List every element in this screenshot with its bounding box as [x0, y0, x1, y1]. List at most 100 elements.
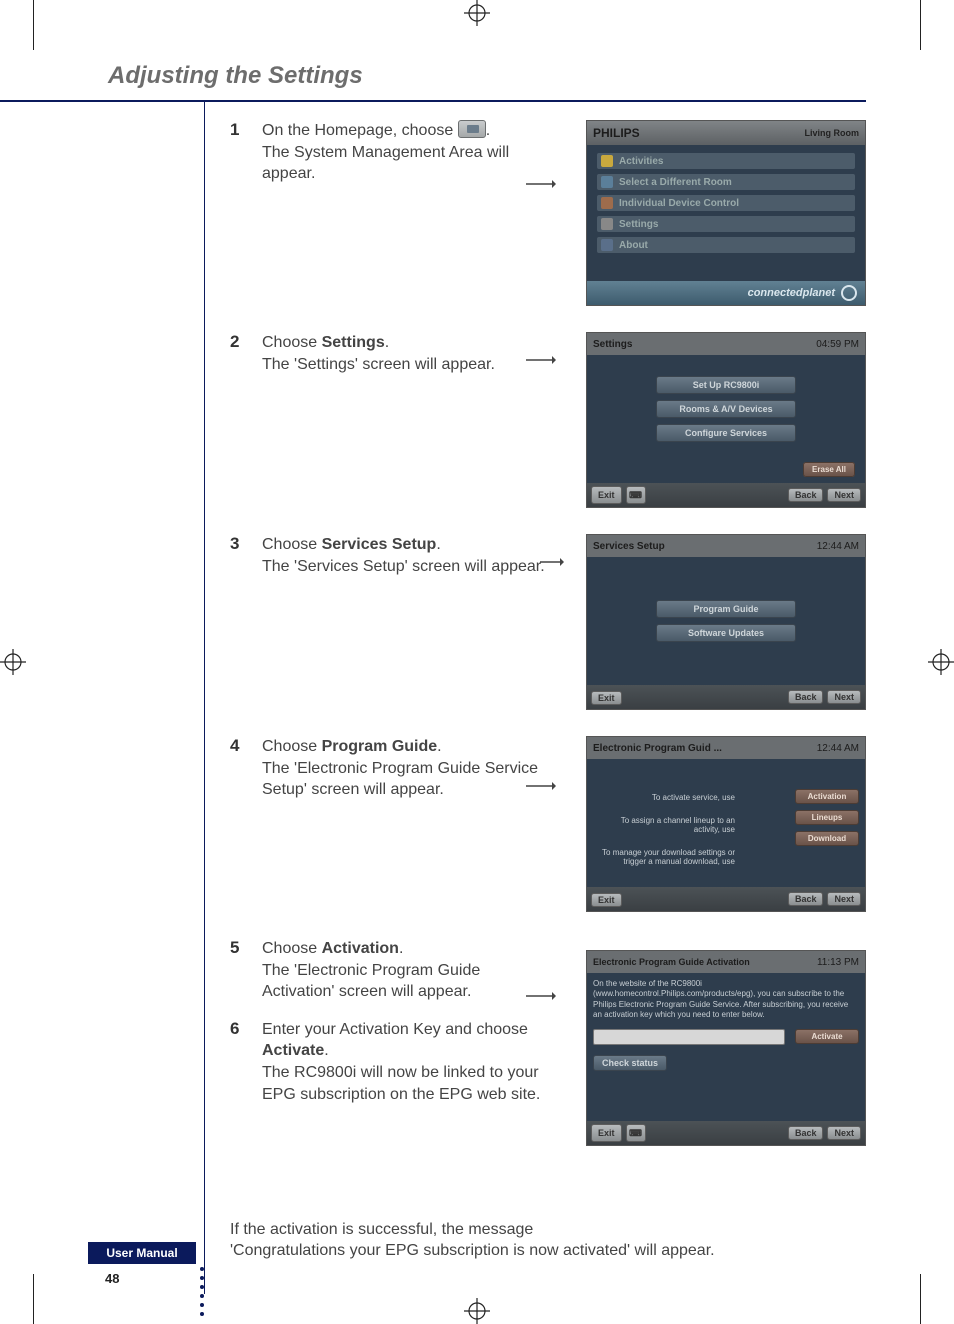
back-button[interactable]: Back — [788, 892, 824, 906]
pill-configure-services[interactable]: Configure Services — [656, 424, 796, 442]
exit-button[interactable]: Exit — [591, 893, 622, 907]
room-icon — [601, 176, 613, 188]
label-activate: To activate service, use — [595, 793, 735, 802]
screenshot-homepage: PHILIPS Living Room Activities Select a … — [586, 120, 866, 306]
registration-mark — [464, 0, 490, 26]
exit-button[interactable]: Exit — [591, 486, 622, 504]
registration-mark — [464, 1298, 490, 1324]
step-text-part: Choose Services Setup. — [262, 536, 441, 553]
philips-logo: PHILIPS — [593, 126, 640, 140]
step-text-part: Enter your Activation Key and choose Act… — [262, 1021, 528, 1060]
activation-button[interactable]: Activation — [795, 789, 859, 804]
info-icon — [601, 239, 613, 251]
activate-button[interactable]: Activate — [795, 1029, 859, 1044]
label-download: To manage your download settings or trig… — [595, 848, 735, 866]
step-text-part: The System Management Area will appear. — [262, 144, 509, 183]
step-3: 3 Choose Services Setup. The 'Services S… — [230, 534, 866, 710]
section-title: Adjusting the Settings — [108, 62, 363, 90]
menu-settings[interactable]: Settings — [597, 216, 855, 232]
step-text-part: Choose Activation. — [262, 940, 403, 957]
step-text: Choose Settings. The 'Settings' screen w… — [262, 332, 556, 508]
back-button[interactable]: Back — [788, 488, 824, 502]
menu-select-room[interactable]: Select a Different Room — [597, 174, 855, 190]
menu-label: About — [619, 240, 648, 251]
step-4: 4 Choose Program Guide. The 'Electronic … — [230, 736, 866, 912]
screen-title: Electronic Program Guid ... — [593, 743, 722, 754]
page-number: 48 — [105, 1271, 119, 1286]
screen-time: 12:44 AM — [817, 743, 859, 754]
crop-mark — [920, 1274, 944, 1324]
step-text-part: . — [486, 122, 490, 139]
crop-mark — [920, 0, 944, 50]
download-button[interactable]: Download — [795, 831, 859, 846]
dotted-trail — [200, 1267, 204, 1316]
steps-column: 1 On the Homepage, choose . The System M… — [230, 120, 866, 1146]
step-text-part: The 'Electronic Program Guide Service Se… — [262, 760, 538, 799]
keyboard-icon-button[interactable]: ⌨ — [626, 486, 646, 504]
step-text-part: Choose Program Guide. — [262, 738, 442, 755]
menu-label: Individual Device Control — [619, 198, 739, 209]
step-number: 2 — [230, 332, 248, 508]
menu-about[interactable]: About — [597, 237, 855, 253]
step-number: 6 — [230, 1019, 248, 1105]
arrow-icon — [526, 178, 550, 190]
step-text-part: On the Homepage, choose — [262, 122, 458, 139]
erase-all-button[interactable]: Erase All — [803, 462, 855, 477]
exit-button[interactable]: Exit — [591, 1124, 622, 1142]
gear-icon — [601, 218, 613, 230]
crop-mark — [10, 0, 34, 50]
registration-mark — [0, 649, 26, 675]
menu-activities[interactable]: Activities — [597, 153, 855, 169]
screenshot-epg-activation: Electronic Program Guide Activation 11:1… — [586, 950, 866, 1146]
menu-device-control[interactable]: Individual Device Control — [597, 195, 855, 211]
globe-icon — [841, 285, 857, 301]
exit-button[interactable]: Exit — [591, 691, 622, 705]
step-number: 1 — [230, 120, 248, 306]
step-text: On the Homepage, choose . The System Man… — [262, 120, 556, 306]
gutter-rule — [204, 100, 205, 1294]
screen-time: 12:44 AM — [817, 541, 859, 552]
next-button[interactable]: Next — [827, 690, 861, 704]
screenshot-services-setup: Services Setup 12:44 AM Program Guide So… — [586, 534, 866, 710]
step-1: 1 On the Homepage, choose . The System M… — [230, 120, 866, 306]
step-text-part: The 'Settings' screen will appear. — [262, 356, 495, 373]
next-button[interactable]: Next — [827, 488, 861, 502]
next-button[interactable]: Next — [827, 1126, 861, 1140]
arrow-icon — [526, 990, 550, 1002]
connectedplanet-label: connectedplanet — [748, 287, 835, 299]
user-manual-label: User Manual — [88, 1242, 196, 1264]
home-icon-button — [458, 120, 486, 138]
menu-label: Settings — [619, 219, 658, 230]
activation-key-input[interactable] — [593, 1029, 785, 1045]
activation-body-text: On the website of the RC9800i (www.homec… — [587, 973, 865, 1027]
back-button[interactable]: Back — [788, 1126, 824, 1140]
screen-time: 04:59 PM — [816, 339, 859, 350]
pill-rooms-av[interactable]: Rooms & A/V Devices — [656, 400, 796, 418]
step-text: Choose Activation. The 'Electronic Progr… — [262, 938, 556, 1003]
keyboard-icon-button[interactable]: ⌨ — [626, 1124, 646, 1142]
check-status-button[interactable]: Check status — [593, 1055, 667, 1071]
step-text-part: The 'Services Setup' screen will appear. — [262, 558, 545, 575]
crop-mark — [10, 1274, 34, 1324]
step-number: 5 — [230, 938, 248, 1003]
step-text-part: The 'Electronic Program Guide Activation… — [262, 962, 480, 1001]
next-button[interactable]: Next — [827, 892, 861, 906]
step-text: Choose Program Guide. The 'Electronic Pr… — [262, 736, 556, 912]
step-text-part: Choose Settings. — [262, 334, 389, 351]
pill-setup-rc9800i[interactable]: Set Up RC9800i — [656, 376, 796, 394]
device-icon — [601, 197, 613, 209]
star-icon — [601, 155, 613, 167]
lineups-button[interactable]: Lineups — [795, 810, 859, 825]
registration-mark — [928, 649, 954, 675]
arrow-icon — [526, 354, 550, 366]
back-button[interactable]: Back — [788, 690, 824, 704]
step-5: 5 Choose Activation. The 'Electronic Pro… — [230, 938, 556, 1003]
closing-text: If the activation is successful, the mes… — [230, 1219, 866, 1262]
step-5-6-row: 5 Choose Activation. The 'Electronic Pro… — [230, 938, 866, 1146]
pill-program-guide[interactable]: Program Guide — [656, 600, 796, 618]
screen-time: 11:13 PM — [817, 957, 859, 968]
pill-software-updates[interactable]: Software Updates — [656, 624, 796, 642]
step-6: 6 Enter your Activation Key and choose A… — [230, 1019, 556, 1105]
screen-title: Services Setup — [593, 541, 665, 552]
screenshot-settings: Settings 04:59 PM Set Up RC9800i Rooms &… — [586, 332, 866, 508]
